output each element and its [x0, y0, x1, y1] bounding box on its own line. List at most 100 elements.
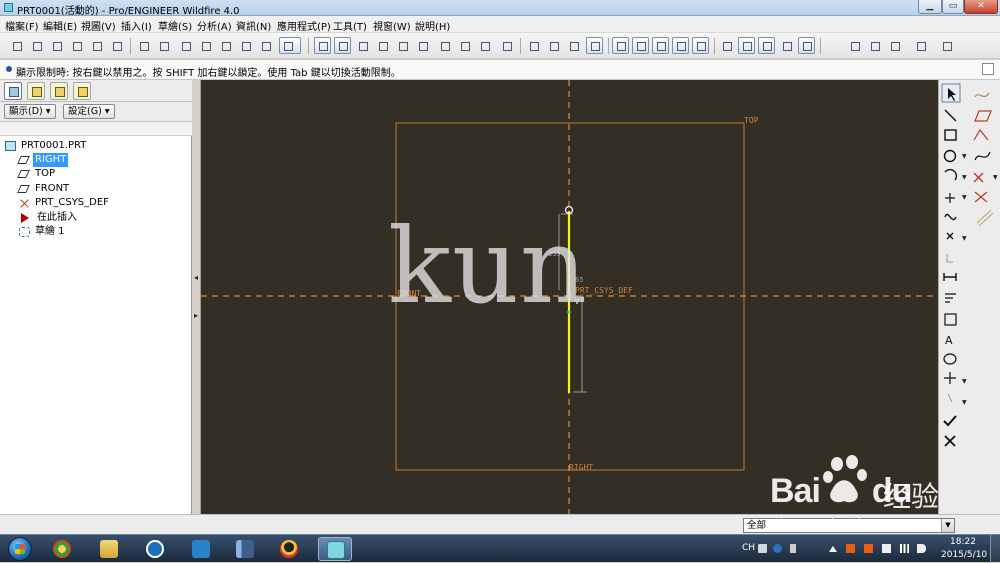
close-icon[interactable]: ✕ — [964, 0, 998, 14]
csys-tool-icon[interactable] — [974, 191, 988, 203]
datum-points-toggle-icon[interactable] — [652, 37, 669, 54]
layers-icon[interactable] — [476, 37, 493, 54]
show-desktop-button[interactable] — [990, 535, 1000, 563]
menu-view[interactable]: 視圖(V) — [81, 18, 116, 33]
menu-tools[interactable]: 工具(T) — [333, 18, 367, 33]
chevron-down-icon[interactable]: ▼ — [962, 154, 968, 160]
sketch-spline-icon[interactable] — [944, 213, 957, 221]
connections-tab-icon[interactable] — [73, 82, 91, 100]
tree-item-prt0001[interactable]: PRT0001.PRT — [5, 139, 185, 154]
view-manager-icon[interactable] — [498, 37, 515, 54]
hidden-line-icon[interactable] — [545, 37, 562, 54]
chevron-down-icon[interactable]: ▼ — [962, 175, 968, 181]
tray-settings-icon[interactable] — [790, 544, 796, 553]
message-area-resize-icon[interactable] — [982, 63, 994, 75]
settings-dropdown[interactable]: 設定(G) ▾ — [63, 104, 115, 119]
tray-app-icon[interactable] — [864, 544, 873, 553]
saved-views-icon[interactable] — [456, 37, 473, 54]
constraint-display-icon[interactable] — [758, 37, 775, 54]
paste-icon[interactable] — [217, 37, 234, 54]
fillet-tool-icon[interactable] — [945, 193, 955, 203]
taskbar-app-6[interactable] — [272, 537, 306, 561]
point-tool-icon[interactable] — [946, 232, 954, 240]
chevron-down-icon[interactable]: ▼ — [993, 175, 999, 181]
chevron-down-icon[interactable]: ▼ — [962, 400, 968, 406]
spin-center-icon[interactable] — [334, 37, 351, 54]
modify-tool-icon[interactable] — [945, 293, 956, 303]
no-hidden-icon[interactable] — [565, 37, 582, 54]
chevron-down-icon[interactable]: ▼ — [962, 236, 968, 242]
tray-flag-icon[interactable] — [882, 544, 891, 553]
menu-file[interactable]: 檔案(F) — [5, 18, 39, 33]
clock-date[interactable]: 2015/5/10 — [941, 550, 987, 560]
shading-icon[interactable] — [586, 37, 603, 54]
rectangle-tool-icon[interactable] — [944, 129, 957, 141]
regenerate-icon[interactable] — [257, 37, 274, 54]
chevron-down-icon[interactable]: ▼ — [962, 379, 968, 385]
datum-plane-tool-icon[interactable] — [846, 37, 863, 54]
tree-item-insert-here[interactable]: 在此插入 — [21, 211, 181, 226]
zoom-out-icon[interactable] — [394, 37, 411, 54]
clock-time[interactable]: 18:22 — [950, 537, 976, 547]
menu-window[interactable]: 視窗(W) — [373, 18, 411, 33]
collapse-left-icon[interactable]: ◂ — [194, 273, 198, 282]
zoom-in-icon[interactable] — [374, 37, 391, 54]
arc-tool-icon[interactable] — [944, 168, 958, 181]
datum-axis-tool-icon[interactable] — [866, 37, 883, 54]
taskbar-app-4[interactable] — [184, 537, 218, 561]
maximize-icon[interactable]: ▭ — [942, 0, 964, 14]
menu-edit[interactable]: 編輯(E) — [43, 18, 77, 33]
menu-analysis[interactable]: 分析(A) — [197, 18, 232, 33]
orient-mode-icon[interactable] — [354, 37, 371, 54]
circle-tool-icon[interactable] — [943, 149, 957, 163]
grid-display-icon[interactable] — [778, 37, 795, 54]
menu-help[interactable]: 說明(H) — [415, 18, 450, 33]
new-file-icon[interactable] — [8, 37, 25, 54]
analysis-tool-icon[interactable] — [912, 37, 929, 54]
datum-axis-tool-icon[interactable] — [973, 128, 989, 141]
paste-special-icon[interactable] — [237, 37, 254, 54]
favorites-tab-icon[interactable] — [50, 82, 68, 100]
email-icon[interactable] — [88, 37, 105, 54]
tree-item-sketch-1[interactable]: 草繪 1 — [19, 225, 179, 240]
dimension-tool-icon[interactable] — [943, 273, 957, 281]
taskbar-app-3[interactable] — [138, 537, 172, 561]
minimize-icon[interactable]: ▁ — [918, 0, 942, 14]
taskbar-app-1[interactable] — [45, 537, 79, 561]
help-icon[interactable] — [773, 544, 782, 553]
graphics-window[interactable]: TOP RIGHT FRONT PRT_CSYS_DEF 65 135 V ku… — [201, 80, 938, 514]
datum-plane-tool-icon[interactable] — [974, 110, 992, 122]
repaint-icon[interactable] — [314, 37, 331, 54]
constraints-tool-icon[interactable] — [944, 313, 957, 326]
tray-app-icon[interactable] — [846, 544, 855, 553]
datum-planes-toggle-icon[interactable] — [612, 37, 629, 54]
open-file-icon[interactable] — [28, 37, 45, 54]
spline-tool-icon[interactable] — [974, 151, 991, 161]
chevron-down-icon[interactable]: ▼ — [962, 195, 968, 201]
expand-right-icon[interactable]: ▸ — [194, 311, 198, 320]
palette-tool-icon[interactable] — [943, 353, 957, 365]
copy-icon[interactable] — [197, 37, 214, 54]
save-icon[interactable] — [48, 37, 65, 54]
selection-box-icon[interactable] — [279, 37, 301, 54]
line-tool-icon[interactable] — [944, 109, 957, 122]
menu-insert[interactable]: 插入(I) — [121, 18, 152, 33]
context-help-icon[interactable] — [938, 37, 955, 54]
undo-icon[interactable] — [135, 37, 152, 54]
cancel-x-icon[interactable] — [944, 435, 956, 447]
taskbar-app-2[interactable] — [92, 537, 126, 561]
language-indicator[interactable]: CH — [742, 543, 755, 553]
print-icon[interactable] — [68, 37, 85, 54]
datum-point-tool-icon[interactable] — [886, 37, 903, 54]
text-tool-icon[interactable]: A — [945, 334, 953, 347]
vertex-display-icon[interactable] — [798, 37, 815, 54]
trim-tool-icon[interactable] — [944, 372, 956, 384]
email-link-icon[interactable] — [108, 37, 125, 54]
taskbar-proe-active[interactable] — [318, 537, 352, 561]
show-hidden-icons-icon[interactable] — [829, 546, 837, 552]
panel-splitter[interactable]: ◂ ▸ — [192, 80, 201, 514]
taskbar-app-5[interactable] — [228, 537, 262, 561]
sketch-orientation-icon[interactable] — [718, 37, 735, 54]
keyboard-icon[interactable] — [758, 544, 767, 553]
datum-axes-toggle-icon[interactable] — [632, 37, 649, 54]
